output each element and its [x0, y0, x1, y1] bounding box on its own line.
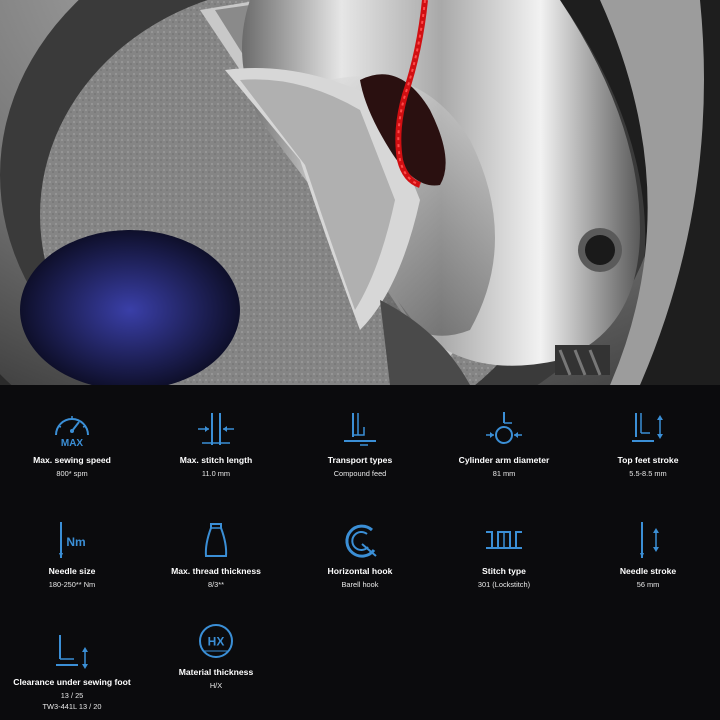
spec-label: Max. thread thickness — [171, 566, 261, 576]
spec-label: Needle stroke — [619, 566, 677, 576]
spec-needle-size: Nm Needle size 180-250** Nm — [0, 518, 144, 590]
needle-stroke-icon — [640, 522, 659, 558]
spec-label: Stitch type — [482, 566, 526, 576]
spec-value: 301 (Lockstitch) — [477, 580, 531, 589]
speedometer-max-icon: MAX — [55, 416, 89, 449]
spec-value: 800* spm — [56, 469, 88, 478]
spec-label: Transport types — [327, 455, 393, 465]
clearance-foot-icon — [56, 635, 88, 669]
spec-value: 56 mm — [636, 580, 660, 589]
spec-value-secondary: TW3-441L 13 / 20 — [42, 702, 102, 711]
spec-value: 5.5-8.5 mm — [629, 469, 667, 478]
spec-stitch-type: Stitch type 301 (Lockstitch) — [432, 518, 576, 590]
spec-value: 180-250** Nm — [48, 580, 96, 589]
material-thickness-text: HX — [208, 635, 225, 649]
spec-label: Top feet stroke — [617, 455, 679, 465]
spec-value: 81 mm — [492, 469, 516, 478]
hero-photo — [0, 0, 720, 385]
needle-size-text: Nm — [66, 535, 85, 549]
spec-grid: MAX Max. sewing speed 800* spm Max. stit… — [0, 385, 720, 720]
spec-value: 11.0 mm — [201, 469, 231, 478]
spec-top-feet-stroke: Top feet stroke 5.5-8.5 mm — [576, 407, 720, 479]
spec-label: Max. stitch length — [179, 455, 253, 465]
spec-transport-types: Transport types Compound feed — [288, 407, 432, 479]
stitch-type-icon — [486, 531, 522, 549]
stitch-length-icon — [198, 413, 234, 445]
horizontal-hook-icon — [345, 524, 377, 558]
speedometer-max-text: MAX — [61, 438, 84, 449]
spec-value: 8/3** — [207, 580, 225, 589]
spec-value: 13 / 25 — [60, 691, 84, 700]
spec-label: Needle size — [48, 566, 96, 576]
spec-cylinder-arm-diameter: Cylinder arm diameter 81 mm — [432, 407, 576, 479]
spec-max-thread-thickness: Max. thread thickness 8/3** — [144, 518, 288, 590]
spec-label: Material thickness — [178, 667, 254, 677]
spec-value: Barell hook — [341, 580, 379, 589]
spec-material-thickness: HX Material thickness H/X — [144, 619, 288, 691]
transport-types-icon — [344, 413, 376, 446]
cylinder-arm-icon — [486, 412, 522, 444]
product-page: MAX Max. sewing speed 800* spm Max. stit… — [0, 0, 720, 720]
spec-max-sewing-speed: MAX Max. sewing speed 800* spm — [0, 407, 144, 479]
spec-value: H/X — [209, 681, 223, 690]
spec-clearance-under-foot: Clearance under sewing foot 13 / 25 TW3-… — [0, 629, 144, 712]
top-feet-stroke-icon — [632, 413, 663, 442]
spec-label: Cylinder arm diameter — [458, 455, 550, 465]
spec-label: Clearance under sewing foot — [13, 677, 131, 687]
thread-spool-icon — [204, 523, 228, 557]
spec-needle-stroke: Needle stroke 56 mm — [576, 518, 720, 590]
material-thickness-icon: HX — [199, 624, 233, 658]
rotary-hook-illustration — [0, 0, 720, 385]
spec-label: Horizontal hook — [327, 566, 393, 576]
spec-horizontal-hook: Horizontal hook Barell hook — [288, 518, 432, 590]
spec-value: Compound feed — [333, 469, 387, 478]
spec-label: Max. sewing speed — [33, 455, 111, 465]
spec-max-stitch-length: Max. stitch length 11.0 mm — [144, 407, 288, 479]
needle-size-icon: Nm — [59, 522, 86, 558]
